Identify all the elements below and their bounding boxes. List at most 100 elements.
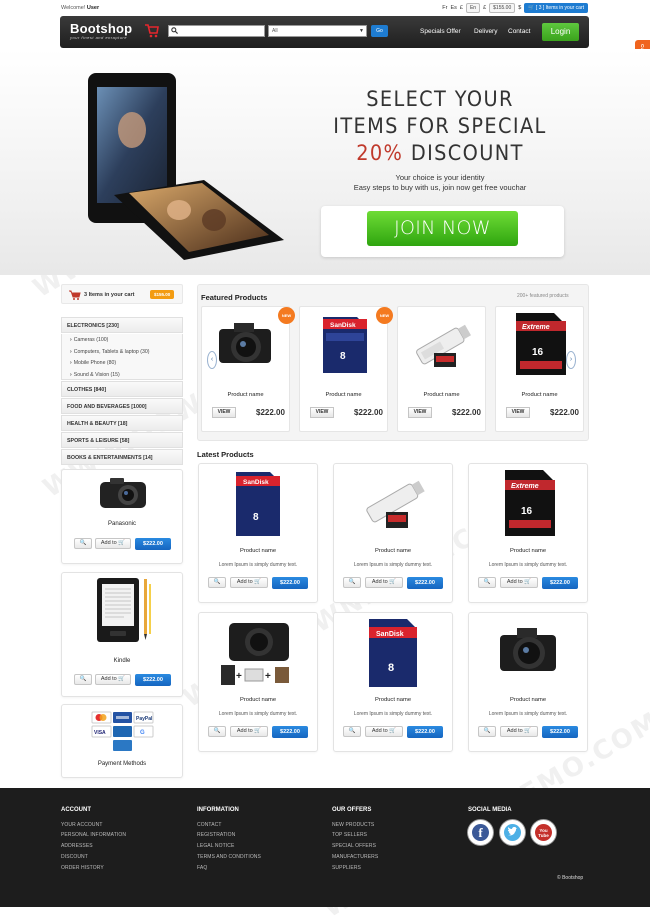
user-name[interactable]: User [87,5,99,11]
footer-link[interactable]: ADDRESSES [61,843,93,849]
add-to-cart-button[interactable]: Add to 🛒 [500,726,538,737]
category-sports[interactable]: SPORTS & LEISURE [58] [61,432,183,448]
go-button[interactable]: Go [371,25,388,37]
cart-icon: 🛒 [254,579,262,585]
zoom-button[interactable]: 🔍 [478,577,496,588]
footer-link[interactable]: LEGAL NOTICE [197,843,234,849]
nav-contact[interactable]: Contact [508,28,530,35]
nav-specials-offer[interactable]: Specials Offer [420,28,461,35]
product-name[interactable]: Product name [334,697,452,703]
carousel-prev-icon[interactable]: ‹ [207,351,217,369]
price-button[interactable]: $222.00 [542,726,578,738]
camera-image [100,478,146,508]
sidebar-product-panasonic: Panasonic 🔍 Add to 🛒 $222.00 [61,469,183,564]
footer-link[interactable]: YOUR ACCOUNT [61,822,102,828]
product-name[interactable]: Product name [334,548,452,554]
subcategory-cameras[interactable]: Cameras (100) [61,334,183,346]
price-button[interactable]: $222.00 [272,726,308,738]
category-clothes[interactable]: CLOTHES [840] [61,381,183,397]
footer-link[interactable]: ORDER HISTORY [61,865,104,871]
footer-link[interactable]: PERSONAL INFORMATION [61,832,126,838]
hero-sub-2: Easy steps to buy with us, join now get … [353,183,527,192]
footer-link[interactable]: TOP SELLERS [332,832,367,838]
footer-link[interactable]: SPECIAL OFFERS [332,843,376,849]
currency-dollar[interactable]: $ [518,5,521,11]
product-name[interactable]: Product name [199,548,317,554]
price-button[interactable]: $222.00 [407,577,443,589]
subcategory-sound-vision[interactable]: Sound & Vision (15) [61,368,183,380]
product-name[interactable]: Kindle [62,658,182,664]
add-to-cart-button[interactable]: Add to 🛒 [230,577,268,588]
add-to-cart-button[interactable]: Add to 🛒 [95,674,131,685]
view-button[interactable]: VIEW [310,407,334,418]
product-name[interactable]: Product name [496,392,583,398]
zoom-button[interactable]: 🔍 [343,577,361,588]
subcategory-mobile-phone[interactable]: Mobile Phone (80) [61,357,183,369]
category-food[interactable]: FOOD AND BEVERAGES [1000] [61,398,183,414]
navbar: Bootshop your finest and enrapture All ▼ G… [60,16,589,48]
footer-link[interactable]: TERMS AND CONDITIONS [197,854,261,860]
price-button[interactable]: $222.00 [407,726,443,738]
lang-es[interactable]: Es [450,5,456,11]
zoom-button[interactable]: 🔍 [343,726,361,737]
product-name[interactable]: Product name [398,392,485,398]
lang-fr[interactable]: Fr [442,5,447,11]
view-button[interactable]: VIEW [408,407,432,418]
price-button[interactable]: $222.00 [272,577,308,589]
product-name[interactable]: Product name [199,697,317,703]
carousel-next-icon[interactable]: › [566,351,576,369]
latest-card: SanDisk 8 Product name Lorem Ipsum is sim… [198,463,318,603]
price-pill[interactable]: $155.00 [489,3,516,13]
add-to-cart-button[interactable]: Add to 🛒 [95,538,131,549]
lang-en-pill[interactable]: En [465,3,481,13]
payment-methods-label: Payment Methods [97,761,147,767]
add-to-cart-button[interactable]: Add to 🛒 [365,726,403,737]
price-button[interactable]: $222.00 [135,674,171,686]
category-health[interactable]: HEALTH & BEAUTY [18] [61,415,183,431]
footer-link[interactable]: MANUFACTURERS [332,854,378,860]
join-now-button[interactable]: JOIN NOW [367,211,518,246]
add-to-cart-button[interactable]: Add to 🛒 [365,577,403,588]
product-name[interactable]: Product name [469,548,587,554]
add-to-cart-button[interactable]: Add to 🛒 [500,577,538,588]
search-icon: 🔍 [483,728,491,734]
latest-card: Product name Lorem Ipsum is simply dummy… [333,463,453,603]
search-input[interactable] [168,25,265,37]
category-electronics[interactable]: ELECTRONICS [230] [61,317,183,333]
footer-link[interactable]: FAQ [197,865,207,871]
footer-link[interactable]: DISCOUNT [61,854,88,860]
sd-card-image: SanDisk 8 [323,317,367,373]
product-name[interactable]: Product name [469,697,587,703]
logo[interactable]: Bootshop your finest and enrapture [70,21,132,40]
sidebar-cart[interactable]: 3 Items in your cart $155.00 [61,284,183,304]
add-to-cart-button[interactable]: Add to 🛒 [230,726,268,737]
subcategory-computers[interactable]: Computers, Tablets & laptop (30) [61,345,183,357]
view-button[interactable]: VIEW [212,407,236,418]
zoom-button[interactable]: 🔍 [208,577,226,588]
zoom-button[interactable]: 🔍 [74,674,92,685]
footer-link[interactable]: NEW PRODUCTS [332,822,374,828]
footer-link[interactable]: SUPPLIERS [332,865,361,871]
view-button[interactable]: VIEW [506,407,530,418]
zoom-button[interactable]: 🔍 [208,726,226,737]
zoom-button[interactable]: 🔍 [478,726,496,737]
footer-link[interactable]: CONTACT [197,822,222,828]
nav-delivery[interactable]: Delivery [474,28,497,35]
currency-pound[interactable]: £ [460,5,463,11]
twitter-icon[interactable] [500,820,525,845]
login-button[interactable]: Login [542,23,579,41]
price-button[interactable]: $222.00 [542,577,578,589]
zoom-button[interactable]: 🔍 [74,538,92,549]
footer-link[interactable]: REGISTRATION [197,832,235,838]
category-books[interactable]: BOOKS & ENTERTAINMENTS [14] [61,449,183,465]
cart-pill[interactable]: 🛒 [ 3 ] Items in your cart [524,3,588,13]
product-name[interactable]: Product name [202,392,289,398]
product-name[interactable]: Panasonic [62,521,182,527]
facebook-icon[interactable]: f [468,820,493,845]
product-name[interactable]: Product name [300,392,387,398]
sd-card-image: SanDisk 8 [369,619,417,687]
price-button[interactable]: $222.00 [135,538,171,550]
youtube-icon[interactable]: You Tube [531,820,556,845]
hero-line-3: 20% DISCOUNT [356,141,524,165]
category-select[interactable]: All ▼ [268,25,367,37]
